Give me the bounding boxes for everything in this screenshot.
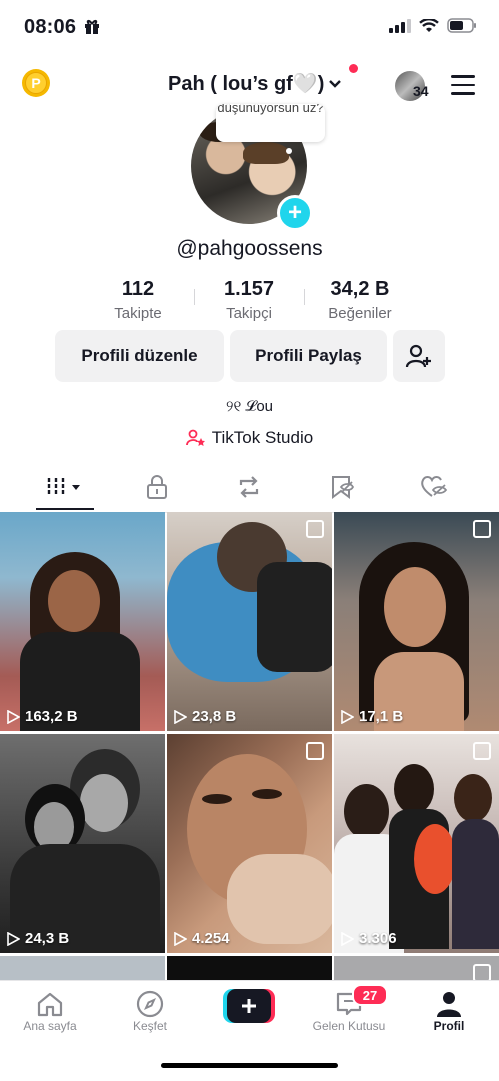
tab-videos[interactable] [25, 462, 105, 511]
active-tab-indicator [36, 508, 94, 510]
compass-icon [136, 990, 164, 1018]
bio: ୨୧ 𝓛ou [225, 398, 274, 415]
note-bubble-tail [286, 148, 292, 154]
home-indicator [161, 1063, 338, 1068]
edit-profile-button[interactable]: Profili düzenle [55, 330, 224, 382]
nav-profile[interactable]: Profil [404, 989, 494, 1033]
status-time: 08:06 [24, 16, 77, 38]
stat-likes[interactable]: 34,2 B Beğeniler [305, 278, 415, 322]
username: @pahgoossens [176, 237, 323, 260]
signal-icon [389, 18, 411, 33]
grid-icon [47, 477, 80, 496]
tab-private[interactable] [117, 462, 197, 511]
play-icon [7, 709, 20, 724]
view-count: 17,1 B [341, 708, 403, 725]
nav-discover[interactable]: Keşfet [105, 989, 195, 1033]
multi-photo-icon [306, 742, 324, 760]
inbox-badge: 27 [352, 984, 388, 1006]
play-icon [174, 931, 187, 946]
video-thumbnail[interactable]: 4.254 [167, 734, 332, 953]
add-user-icon [405, 344, 431, 368]
video-thumbnail[interactable]: 163,2 B [0, 512, 165, 731]
play-icon [341, 931, 354, 946]
repost-icon [239, 475, 259, 498]
play-icon [341, 709, 354, 724]
add-story-button[interactable]: + [277, 195, 313, 231]
heart-hidden-icon [421, 475, 448, 497]
account-switcher[interactable]: Pah ( lou’s gf🤍) [168, 71, 342, 96]
chevron-down-icon [329, 79, 342, 88]
video-thumbnail[interactable] [334, 956, 499, 980]
video-thumbnail[interactable]: 17,1 B [334, 512, 499, 731]
lock-icon [147, 474, 167, 499]
studio-icon [185, 429, 205, 446]
stat-following[interactable]: 112 Takipte [83, 278, 193, 322]
friends-count: 34 [413, 83, 429, 99]
view-count: 24,3 B [7, 930, 69, 947]
tab-saved[interactable] [302, 462, 382, 511]
profile-tabs [0, 462, 499, 513]
video-thumbnail[interactable] [0, 956, 165, 980]
view-count: 163,2 B [7, 708, 78, 725]
view-count: 3.306 [341, 930, 397, 947]
video-thumbnail[interactable]: 24,3 B [0, 734, 165, 953]
profile-icon [437, 992, 461, 1017]
home-icon [37, 992, 63, 1017]
status-indicators [389, 18, 477, 33]
menu-icon[interactable] [451, 75, 475, 101]
wifi-icon [419, 18, 439, 32]
gift-icon [84, 19, 100, 40]
multi-photo-icon [473, 964, 491, 980]
notification-dot [349, 64, 358, 73]
profile-title: Pah ( lou’s gf🤍) [168, 73, 325, 95]
plus-icon [223, 989, 275, 1023]
create-button[interactable] [223, 989, 275, 1023]
multi-photo-icon [473, 742, 491, 760]
video-thumbnail[interactable] [167, 956, 332, 980]
play-icon [7, 931, 20, 946]
view-count: 23,8 B [174, 708, 236, 725]
note-bubble[interactable]: düşünüyorsun uz? [216, 104, 325, 142]
bookmark-hidden-icon [332, 475, 355, 499]
battery-icon [447, 18, 476, 33]
video-thumbnail[interactable]: 3.306 [334, 734, 499, 953]
coin-icon[interactable]: P [22, 69, 50, 97]
add-friend-button[interactable] [393, 330, 445, 382]
stat-followers[interactable]: 1.157 Takipçi [194, 278, 304, 322]
multi-photo-icon [473, 520, 491, 538]
share-profile-button[interactable]: Profili Paylaş [230, 330, 387, 382]
tab-liked[interactable] [394, 462, 474, 511]
view-count: 4.254 [174, 930, 230, 947]
tiktok-studio-link[interactable]: TikTok Studio [0, 428, 499, 448]
nav-home[interactable]: Ana sayfa [5, 989, 95, 1033]
tab-reposts[interactable] [209, 462, 289, 511]
play-icon [174, 709, 187, 724]
multi-photo-icon [306, 520, 324, 538]
video-thumbnail[interactable]: 23,8 B [167, 512, 332, 731]
